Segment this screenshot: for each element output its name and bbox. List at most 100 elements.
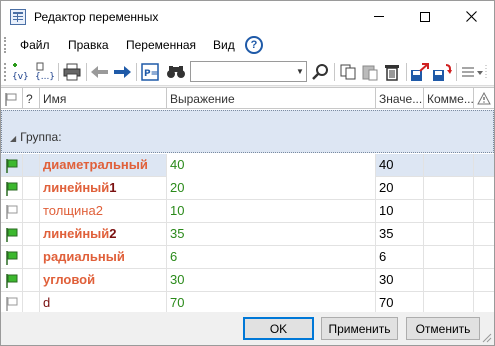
export-button[interactable] xyxy=(410,62,430,82)
apply-button[interactable]: Применить xyxy=(321,317,398,340)
header-name[interactable]: Имя xyxy=(40,88,167,109)
comment-cell[interactable] xyxy=(424,269,474,292)
toolbar: {v} {...} P= ▼ xyxy=(1,58,494,86)
green-flag-icon xyxy=(5,159,17,173)
warning-cell xyxy=(474,223,494,246)
search-input[interactable] xyxy=(190,61,307,82)
maximize-button[interactable] xyxy=(402,1,448,32)
undo-button[interactable] xyxy=(90,62,110,82)
redo-icon xyxy=(114,66,131,78)
menu-variable[interactable]: Переменная xyxy=(126,38,196,52)
q-cell[interactable] xyxy=(23,177,40,200)
flag-cell[interactable] xyxy=(1,269,23,292)
variables-grid: ? Имя Выражение Значе... Комме... ◢ Групп… xyxy=(1,87,494,315)
resize-grip-icon[interactable] xyxy=(482,333,492,343)
maximize-icon xyxy=(420,11,430,22)
minimize-button[interactable] xyxy=(356,1,402,32)
help-icon[interactable]: ? xyxy=(245,36,263,54)
table-row[interactable]: радиальный 6 6 xyxy=(1,246,494,269)
comment-cell[interactable] xyxy=(424,177,474,200)
variable-editor-window: Редактор переменных Файл Правка Переменн… xyxy=(0,0,495,346)
find-button[interactable] xyxy=(166,62,186,82)
header-comment[interactable]: Комме... xyxy=(424,88,474,109)
table-row[interactable]: угловой 30 30 xyxy=(1,269,494,292)
q-cell[interactable] xyxy=(23,223,40,246)
value-cell: 35 xyxy=(376,223,424,246)
parameters-icon: P= xyxy=(141,63,159,81)
title-bar: Редактор переменных xyxy=(1,1,494,32)
value-cell: 20 xyxy=(376,177,424,200)
close-button[interactable] xyxy=(448,1,494,32)
menu-grip[interactable] xyxy=(4,37,7,53)
q-cell[interactable] xyxy=(23,246,40,269)
menu-view[interactable]: Вид xyxy=(213,38,235,52)
group-label-text: Группа: xyxy=(20,130,62,144)
toolbar-grip[interactable] xyxy=(4,63,7,81)
print-button[interactable] xyxy=(62,62,82,82)
table-row[interactable]: линейный1 20 20 xyxy=(1,177,494,200)
svg-text:{...}: {...} xyxy=(35,72,54,82)
header-q[interactable]: ? xyxy=(23,88,40,109)
name-cell[interactable]: линейный1 xyxy=(40,177,167,200)
name-cell[interactable]: линейный2 xyxy=(40,223,167,246)
q-cell[interactable] xyxy=(23,154,40,177)
name-cell[interactable]: толщина2 xyxy=(40,200,167,223)
menu-bar: Файл Правка Переменная Вид ? xyxy=(1,32,494,58)
name-cell[interactable]: диаметральный xyxy=(40,154,167,177)
expand-icon[interactable]: ◢ xyxy=(10,134,16,143)
header-flag[interactable] xyxy=(1,88,23,109)
name-cell[interactable]: радиальный xyxy=(40,246,167,269)
value-cell: 40 xyxy=(376,154,424,177)
expression-cell[interactable]: 20 xyxy=(167,177,376,200)
expression-cell[interactable]: 10 xyxy=(167,200,376,223)
add-expression-button[interactable]: {...} xyxy=(34,62,54,82)
header-value[interactable]: Значе... xyxy=(376,88,424,109)
warning-icon xyxy=(477,91,491,105)
header-warning[interactable] xyxy=(474,88,494,109)
paste-button[interactable] xyxy=(360,62,380,82)
menu-file[interactable]: Файл xyxy=(20,38,50,52)
table-row[interactable]: диаметральный 40 40 xyxy=(1,154,494,177)
cancel-button[interactable]: Отменить xyxy=(406,317,480,340)
comment-cell[interactable] xyxy=(424,246,474,269)
copy-button[interactable] xyxy=(338,62,358,82)
comment-cell[interactable] xyxy=(424,200,474,223)
header-expression[interactable]: Выражение xyxy=(167,88,376,109)
variable-name: линейный xyxy=(43,226,110,241)
columns-dropdown-button[interactable] xyxy=(460,62,490,82)
flag-cell[interactable] xyxy=(1,154,23,177)
table-row[interactable]: линейный2 35 35 xyxy=(1,223,494,246)
expression-cell[interactable]: 35 xyxy=(167,223,376,246)
q-cell[interactable] xyxy=(23,200,40,223)
warning-cell xyxy=(474,200,494,223)
copy-icon xyxy=(340,64,356,80)
green-flag-icon xyxy=(5,182,17,196)
flag-header-icon xyxy=(5,93,17,106)
flag-cell[interactable] xyxy=(1,223,23,246)
flag-cell[interactable] xyxy=(1,200,23,223)
redo-button[interactable] xyxy=(112,62,132,82)
expression-cell[interactable]: 40 xyxy=(167,154,376,177)
name-cell[interactable]: угловой xyxy=(40,269,167,292)
group-row[interactable]: ◢ Группа: xyxy=(1,110,494,153)
import-button[interactable] xyxy=(432,62,452,82)
menu-edit[interactable]: Правка xyxy=(68,38,109,52)
parameters-button[interactable]: P= xyxy=(140,62,160,82)
variable-name: d xyxy=(43,295,51,310)
flag-cell[interactable] xyxy=(1,177,23,200)
print-icon xyxy=(63,63,81,81)
expression-cell[interactable]: 6 xyxy=(167,246,376,269)
variable-name: толщина xyxy=(43,203,96,218)
ok-button[interactable]: OK xyxy=(243,317,314,340)
table-row[interactable]: толщина2 10 10 xyxy=(1,200,494,223)
comment-cell[interactable] xyxy=(424,154,474,177)
search-dropdown-button[interactable]: ▼ xyxy=(294,63,306,80)
delete-button[interactable] xyxy=(382,62,402,82)
expression-cell[interactable]: 30 xyxy=(167,269,376,292)
flag-cell[interactable] xyxy=(1,246,23,269)
search-button[interactable] xyxy=(311,62,331,82)
add-variable-button[interactable]: {v} xyxy=(11,62,31,82)
green-flag-icon xyxy=(5,251,17,265)
q-cell[interactable] xyxy=(23,269,40,292)
comment-cell[interactable] xyxy=(424,223,474,246)
